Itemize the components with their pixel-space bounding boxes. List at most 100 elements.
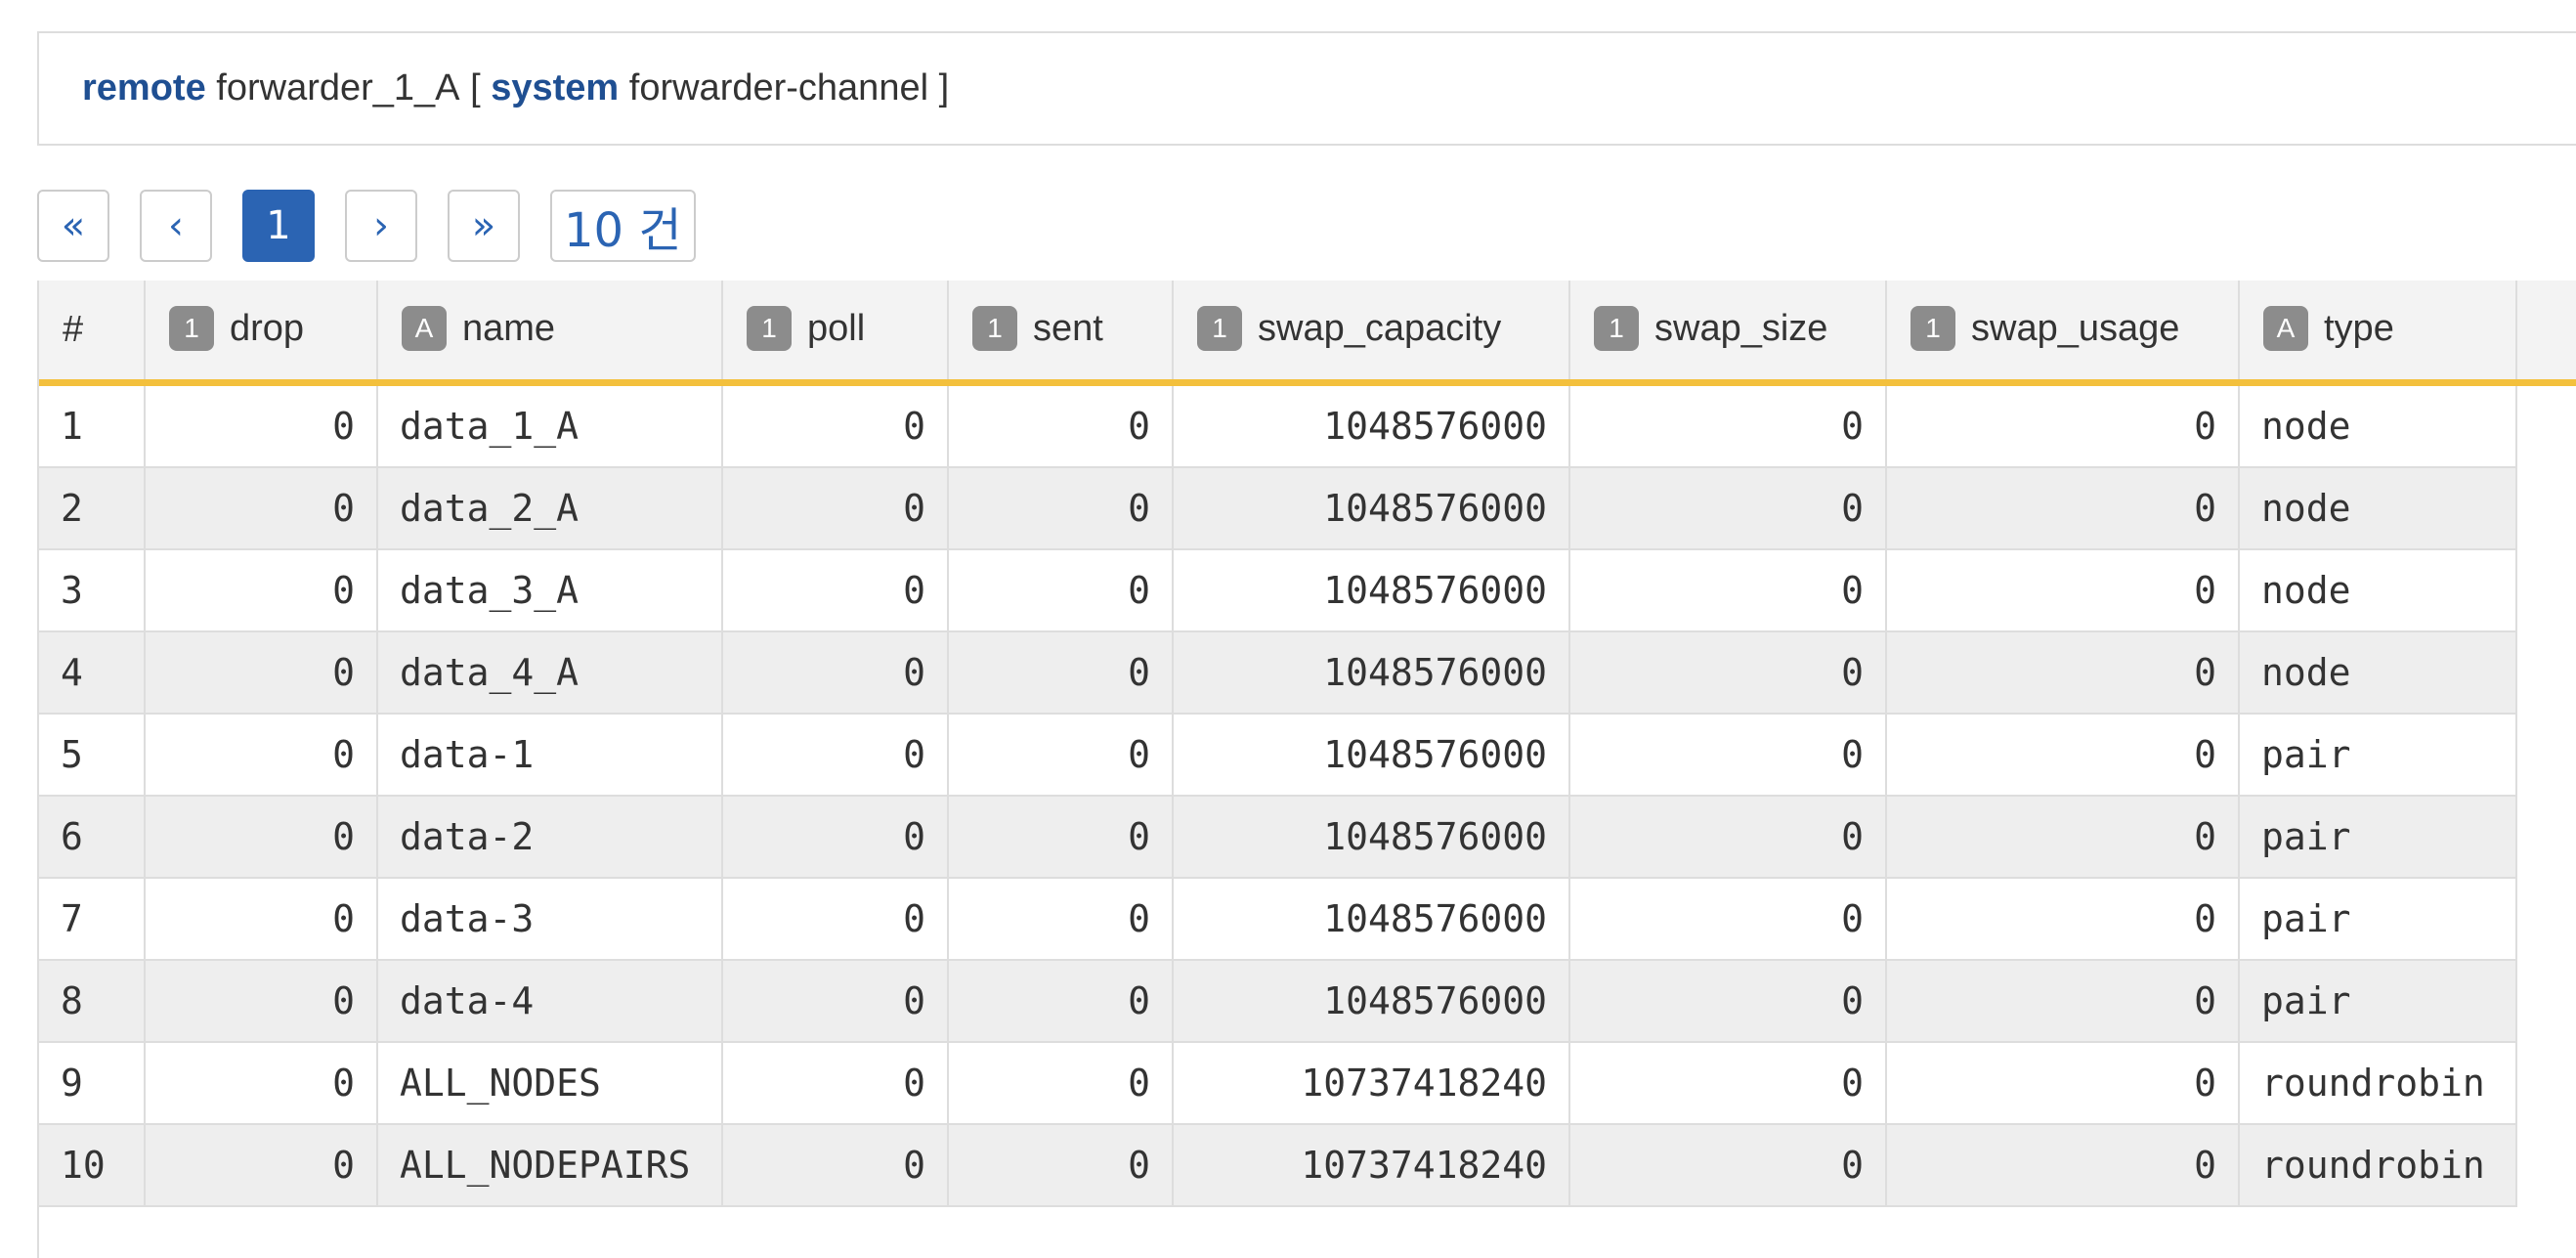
cell-name: data-4 bbox=[377, 960, 723, 1043]
cell-type: pair bbox=[2239, 960, 2517, 1043]
cell-swap-usage: 0 bbox=[1886, 796, 2240, 879]
query-close-bracket: ] bbox=[938, 67, 950, 108]
cell-type: node bbox=[2239, 382, 2517, 468]
cell-swap-size: 0 bbox=[1569, 631, 1887, 715]
column-header-sent[interactable]: 1 sent bbox=[948, 281, 1174, 386]
column-header-index[interactable]: # bbox=[39, 281, 146, 386]
next-page-button[interactable]: › bbox=[345, 190, 417, 262]
cell-index: 3 bbox=[39, 549, 146, 632]
row-filler bbox=[2516, 1042, 2576, 1124]
cell-index: 2 bbox=[39, 467, 146, 550]
prev-page-button[interactable]: ‹ bbox=[140, 190, 212, 262]
cell-swap-usage: 0 bbox=[1886, 960, 2240, 1043]
column-header-label: poll bbox=[807, 307, 866, 349]
row-count-button[interactable]: 10 건 bbox=[550, 190, 696, 262]
page-1-button[interactable]: 1 bbox=[242, 190, 315, 262]
cell-drop: 0 bbox=[145, 382, 378, 468]
cell-poll: 0 bbox=[722, 1042, 949, 1125]
cell-type: pair bbox=[2239, 878, 2517, 961]
cell-swap-usage: 0 bbox=[1886, 1124, 2240, 1207]
cell-swap-usage: 0 bbox=[1886, 1042, 2240, 1125]
cell-drop: 0 bbox=[145, 467, 378, 550]
cell-swap-capacity: 1048576000 bbox=[1173, 960, 1570, 1043]
cell-name: data-2 bbox=[377, 796, 723, 879]
column-header-name[interactable]: Aname bbox=[377, 281, 723, 386]
first-page-button[interactable]: « bbox=[37, 190, 109, 262]
column-header-type[interactable]: Atype bbox=[2239, 281, 2517, 386]
result-grid: #1 drop Aname 1 poll 1 sent 1 swap_capacity 1 swap… bbox=[37, 281, 2576, 1258]
column-header-label: drop bbox=[230, 307, 305, 349]
cell-name: data_2_A bbox=[377, 467, 723, 550]
table-row[interactable]: 10 0 ALL_NODEPAIRS 0 0 10737418240 0 0 roundrobi… bbox=[39, 1124, 2576, 1207]
cell-swap-usage: 0 bbox=[1886, 878, 2240, 961]
cell-swap-capacity: 1048576000 bbox=[1173, 549, 1570, 632]
cell-sent: 0 bbox=[948, 960, 1174, 1043]
cell-swap-capacity: 10737418240 bbox=[1173, 1124, 1570, 1207]
cell-drop: 0 bbox=[145, 1124, 378, 1207]
table-row[interactable]: 2 0 data_2_A 0 0 1048576000 0 0 node bbox=[39, 467, 2576, 550]
cell-index: 8 bbox=[39, 960, 146, 1043]
cell-sent: 0 bbox=[948, 467, 1174, 550]
cell-index: 9 bbox=[39, 1042, 146, 1125]
column-type-badge: A bbox=[402, 305, 447, 351]
last-page-button[interactable]: » bbox=[448, 190, 520, 262]
cell-poll: 0 bbox=[722, 631, 949, 715]
column-header-swap-size[interactable]: 1 swap_size bbox=[1569, 281, 1887, 386]
cell-name: data-3 bbox=[377, 878, 723, 961]
column-header-label: swap_size bbox=[1654, 307, 1828, 349]
cell-swap-capacity: 1048576000 bbox=[1173, 382, 1570, 468]
cell-index: 1 bbox=[39, 382, 146, 468]
table-row[interactable]: 3 0 data_3_A 0 0 1048576000 0 0 node bbox=[39, 549, 2576, 632]
table-row[interactable]: 8 0 data-4 0 0 1048576000 0 0 pair bbox=[39, 960, 2576, 1043]
result-table: #1 drop Aname 1 poll 1 sent 1 swap_capacity 1 swap… bbox=[39, 281, 2576, 1207]
row-filler bbox=[2516, 878, 2576, 960]
cell-swap-usage: 0 bbox=[1886, 467, 2240, 550]
cell-swap-size: 0 bbox=[1569, 714, 1887, 797]
table-row[interactable]: 1 0 data_1_A 0 0 1048576000 0 0 node bbox=[39, 382, 2576, 468]
column-header-label: swap_usage bbox=[1971, 307, 2180, 349]
row-filler bbox=[2516, 467, 2576, 549]
cell-swap-size: 0 bbox=[1569, 878, 1887, 961]
query-remote-name: forwarder_1_A bbox=[216, 67, 460, 108]
cell-name: data_1_A bbox=[377, 382, 723, 468]
cell-sent: 0 bbox=[948, 1124, 1174, 1207]
cell-poll: 0 bbox=[722, 796, 949, 879]
column-header-label: name bbox=[462, 307, 556, 349]
cell-index: 6 bbox=[39, 796, 146, 879]
cell-type: node bbox=[2239, 467, 2517, 550]
cell-drop: 0 bbox=[145, 878, 378, 961]
cell-drop: 0 bbox=[145, 960, 378, 1043]
cell-drop: 0 bbox=[145, 631, 378, 715]
query-keyword-system: system bbox=[491, 67, 620, 108]
cell-sent: 0 bbox=[948, 714, 1174, 797]
cell-index: 4 bbox=[39, 631, 146, 715]
row-filler bbox=[2516, 549, 2576, 631]
column-header-drop[interactable]: 1 drop bbox=[145, 281, 378, 386]
cell-type: roundrobin bbox=[2239, 1124, 2517, 1207]
cell-swap-size: 0 bbox=[1569, 382, 1887, 468]
column-type-badge: 1 bbox=[1197, 305, 1242, 351]
cell-swap-size: 0 bbox=[1569, 960, 1887, 1043]
column-type-badge: 1 bbox=[1911, 305, 1955, 351]
cell-type: node bbox=[2239, 549, 2517, 632]
cell-drop: 0 bbox=[145, 1042, 378, 1125]
table-row[interactable]: 9 0 ALL_NODES 0 0 10737418240 0 0 roundrobin bbox=[39, 1042, 2576, 1125]
cell-name: ALL_NODEPAIRS bbox=[377, 1124, 723, 1207]
cell-drop: 0 bbox=[145, 796, 378, 879]
cell-swap-size: 0 bbox=[1569, 1042, 1887, 1125]
table-row[interactable]: 6 0 data-2 0 0 1048576000 0 0 pair bbox=[39, 796, 2576, 879]
table-row[interactable]: 5 0 data-1 0 0 1048576000 0 0 pair bbox=[39, 714, 2576, 797]
table-row[interactable]: 4 0 data_4_A 0 0 1048576000 0 0 node bbox=[39, 631, 2576, 715]
table-row[interactable]: 7 0 data-3 0 0 1048576000 0 0 pair bbox=[39, 878, 2576, 961]
column-header-swap-usage[interactable]: 1 swap_usage bbox=[1886, 281, 2240, 386]
column-header-swap-capacity[interactable]: 1 swap_capacity bbox=[1173, 281, 1570, 386]
column-header-poll[interactable]: 1 poll bbox=[722, 281, 949, 386]
cell-type: node bbox=[2239, 631, 2517, 715]
cell-sent: 0 bbox=[948, 1042, 1174, 1125]
cell-name: data_4_A bbox=[377, 631, 723, 715]
cell-index: 7 bbox=[39, 878, 146, 961]
cell-swap-size: 0 bbox=[1569, 467, 1887, 550]
cell-swap-capacity: 1048576000 bbox=[1173, 796, 1570, 879]
table-body: 1 0 data_1_A 0 0 1048576000 0 0 node 2 0 data_2_A 0 0… bbox=[39, 382, 2576, 1207]
cell-swap-capacity: 1048576000 bbox=[1173, 714, 1570, 797]
